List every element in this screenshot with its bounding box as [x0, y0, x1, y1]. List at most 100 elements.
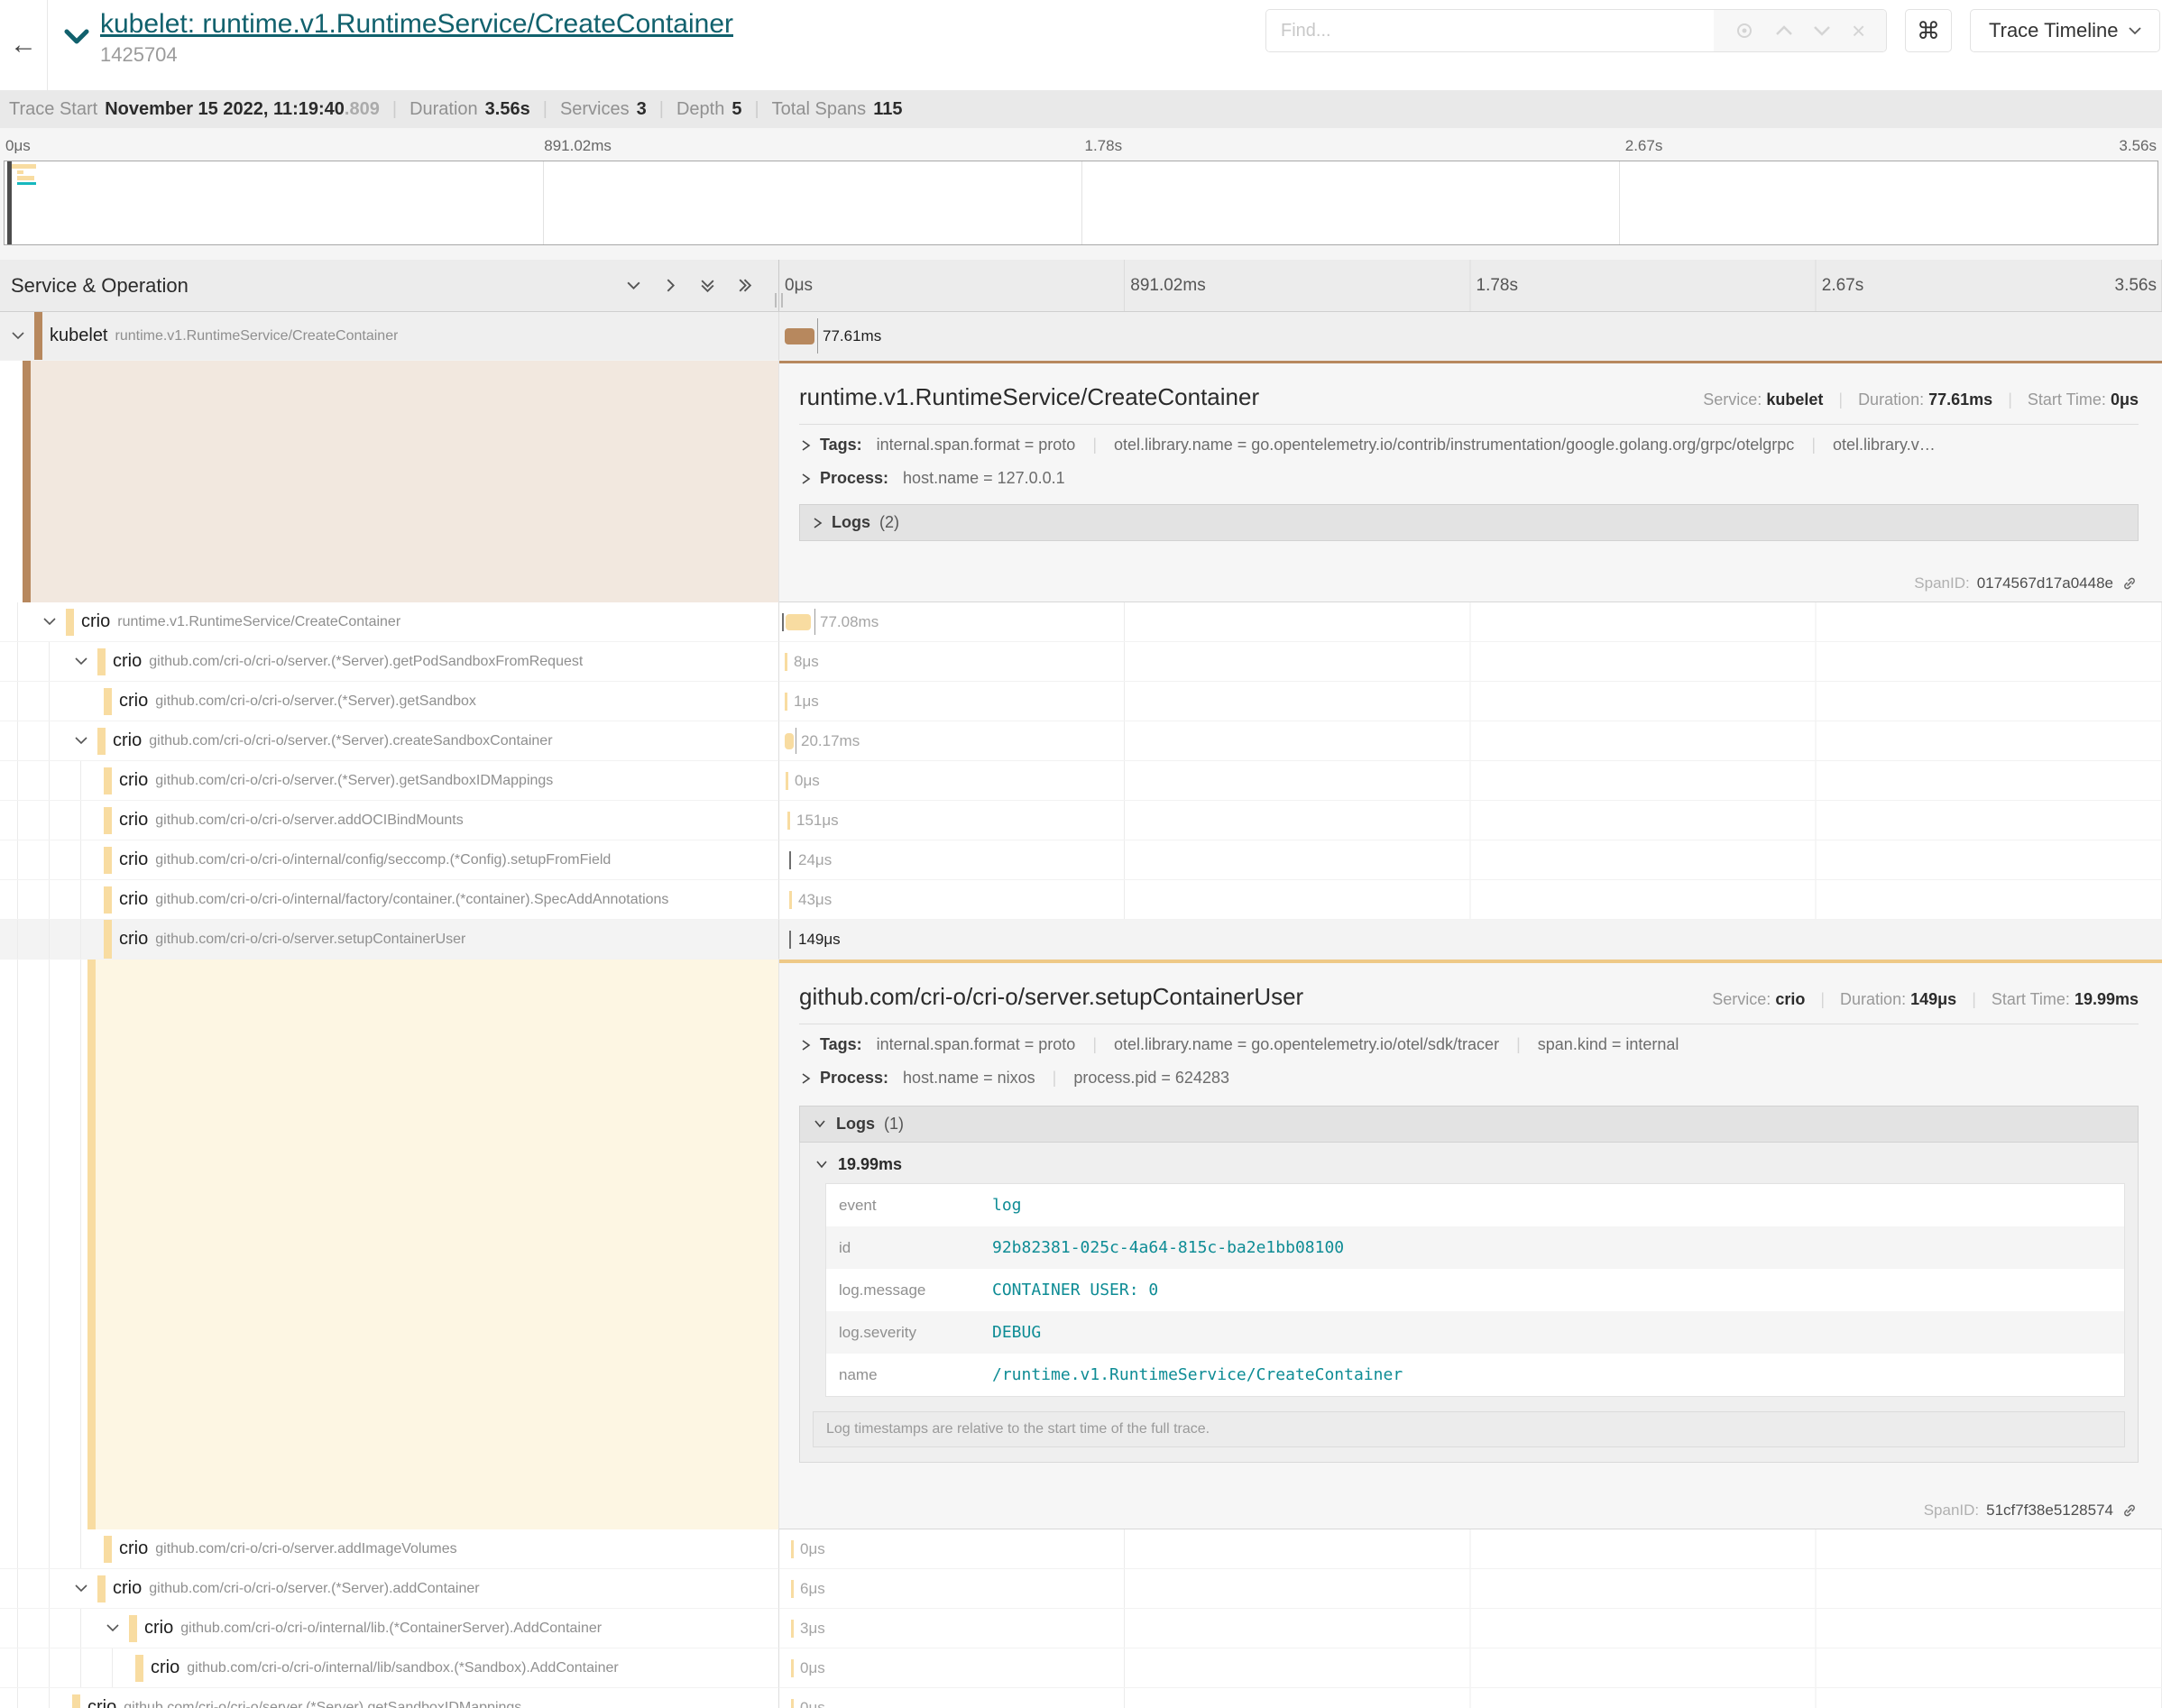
log-entry-accordion[interactable]: 19.99ms	[813, 1146, 2125, 1183]
span-bar[interactable]	[785, 693, 787, 711]
clear-search-icon[interactable]: ×	[1852, 17, 1865, 45]
tags-accordion[interactable]: Tags: internal.span.format = proto | ote…	[799, 1024, 2139, 1058]
span-timeline-cell[interactable]: 8μs	[779, 642, 2162, 682]
prev-result-chevron-up-icon[interactable]	[1775, 24, 1793, 37]
span-timeline-cell[interactable]: 6μs	[779, 1569, 2162, 1609]
span-name-cell[interactable]: crio github.com/cri-o/cri-o/server.addIm…	[0, 1529, 779, 1569]
minimap-canvas[interactable]	[4, 161, 2158, 245]
collapse-all-double-chevron-down-icon[interactable]	[699, 277, 716, 294]
span-detail-panel: runtime.v1.RuntimeService/CreateContaine…	[779, 361, 2162, 602]
chevron-down-icon[interactable]	[104, 1624, 122, 1632]
span-timeline-cell[interactable]: 0μs	[779, 1529, 2162, 1569]
span-name-cell[interactable]: kubelet runtime.v1.RuntimeService/Create…	[0, 312, 779, 361]
logs-accordion[interactable]: Logs (1)	[799, 1106, 2139, 1143]
duration-value: 77.61ms	[1928, 390, 1992, 409]
span-bar[interactable]	[786, 614, 811, 630]
axis-tick: 1.78s	[1477, 276, 1518, 296]
table-row: crio runtime.v1.RuntimeService/CreateCon…	[0, 602, 2162, 642]
span-duration: 43μs	[798, 891, 832, 909]
chevron-down-icon[interactable]	[72, 1584, 90, 1593]
span-name-cell[interactable]: crio github.com/cri-o/cri-o/server.(*Ser…	[0, 721, 779, 761]
span-bar[interactable]	[785, 653, 787, 671]
next-result-chevron-down-icon[interactable]	[1813, 24, 1831, 37]
logs-count: (2)	[879, 513, 899, 532]
axis-tick: 891.02ms	[1130, 276, 1205, 296]
locate-icon[interactable]	[1734, 21, 1754, 41]
span-timeline-cell[interactable]: 0μs	[779, 761, 2162, 801]
span-name-cell[interactable]: crio runtime.v1.RuntimeService/CreateCon…	[0, 602, 779, 642]
service-color-bar	[97, 1575, 106, 1602]
span-bar[interactable]	[786, 772, 788, 790]
span-bar[interactable]	[785, 328, 814, 344]
trace-title-link[interactable]: kubelet: runtime.v1.RuntimeService/Creat…	[100, 9, 733, 40]
span-name-cell[interactable]: crio github.com/cri-o/cri-o/internal/lib…	[0, 1609, 779, 1648]
chevron-down-icon	[814, 1160, 829, 1170]
span-timeline-cell[interactable]: 0μs	[779, 1648, 2162, 1688]
span-bar[interactable]	[791, 1580, 794, 1598]
chevron-down-icon[interactable]	[41, 618, 59, 626]
trace-start-value: November 15 2022, 11:19:40	[105, 99, 345, 120]
trace-view-selector[interactable]: Trace Timeline	[1970, 9, 2160, 52]
span-bar[interactable]	[789, 931, 791, 949]
keyboard-shortcuts-button[interactable]: ⌘	[1905, 9, 1952, 52]
tag-item: internal.span.format = proto	[877, 1035, 1076, 1053]
collapse-one-chevron-down-icon[interactable]	[625, 277, 642, 294]
chevron-down-icon[interactable]	[72, 737, 90, 745]
top-bar: ← kubelet: runtime.v1.RuntimeService/Cre…	[0, 0, 2162, 90]
span-timeline-cell[interactable]: 77.61ms	[779, 312, 2162, 361]
services-value: 3	[637, 99, 647, 120]
table-row: event log	[826, 1184, 2124, 1226]
expand-all-double-chevron-right-icon[interactable]	[736, 277, 753, 294]
process-accordion[interactable]: Process: host.name = 127.0.0.1	[799, 458, 2139, 491]
minimap-tick: 2.67s	[1625, 137, 1663, 155]
span-name-cell[interactable]: crio github.com/cri-o/cri-o/server.(*Ser…	[0, 1688, 779, 1708]
span-name-cell[interactable]: crio github.com/cri-o/cri-o/internal/con…	[0, 840, 779, 880]
collapse-header-chevron-icon[interactable]	[64, 29, 89, 45]
span-timeline-cell[interactable]: 0μs	[779, 1688, 2162, 1708]
log-fields-table: event log id 92b82381-025c-4a64-815c-ba2…	[825, 1183, 2125, 1397]
span-timeline-cell[interactable]: 43μs	[779, 880, 2162, 920]
span-bar[interactable]	[791, 1620, 794, 1638]
span-name-cell[interactable]: crio github.com/cri-o/cri-o/server.setup…	[0, 920, 779, 960]
span-timeline-cell[interactable]: 77.08ms	[779, 602, 2162, 642]
process-accordion[interactable]: Process: host.name = nixos | process.pid…	[799, 1058, 2139, 1091]
span-bar[interactable]	[791, 1659, 794, 1677]
span-bar[interactable]	[791, 1699, 794, 1708]
table-row: kubelet runtime.v1.RuntimeService/Create…	[0, 312, 2162, 361]
logs-accordion[interactable]: Logs (2)	[799, 504, 2139, 541]
back-button[interactable]: ←	[0, 0, 48, 90]
span-timeline-cell[interactable]: 149μs	[779, 920, 2162, 960]
service-color-bar	[104, 847, 112, 874]
span-name-cell[interactable]: crio github.com/cri-o/cri-o/server.(*Ser…	[0, 642, 779, 682]
spanid-value: 0174567d17a0448e	[1977, 574, 2113, 592]
span-timeline-cell[interactable]: 1μs	[779, 682, 2162, 721]
span-name-cell[interactable]: crio github.com/cri-o/cri-o/internal/fac…	[0, 880, 779, 920]
minimap-tick: 0μs	[5, 137, 31, 155]
expand-one-chevron-right-icon[interactable]	[662, 277, 679, 294]
service-value: crio	[1775, 990, 1805, 1008]
service-name: crio	[113, 651, 142, 672]
span-bar[interactable]	[789, 851, 791, 869]
span-bar[interactable]	[789, 891, 792, 909]
span-name-cell[interactable]: crio github.com/cri-o/cri-o/internal/lib…	[0, 1648, 779, 1688]
span-bar[interactable]	[785, 733, 794, 749]
span-name-cell[interactable]: crio github.com/cri-o/cri-o/server.(*Ser…	[0, 682, 779, 721]
span-timeline-cell[interactable]: 20.17ms	[779, 721, 2162, 761]
span-name-cell[interactable]: crio github.com/cri-o/cri-o/server.(*Ser…	[0, 761, 779, 801]
chevron-down-icon[interactable]	[72, 657, 90, 666]
span-name-cell[interactable]: crio github.com/cri-o/cri-o/server.addOC…	[0, 801, 779, 840]
link-icon[interactable]	[2121, 574, 2139, 592]
span-bar[interactable]	[791, 1540, 794, 1558]
service-name: crio	[144, 1618, 173, 1639]
link-icon[interactable]	[2121, 1501, 2139, 1520]
span-timeline-cell[interactable]: 151μs	[779, 801, 2162, 840]
chevron-down-icon[interactable]	[9, 332, 27, 340]
span-bar[interactable]	[787, 812, 790, 830]
tags-accordion[interactable]: Tags: internal.span.format = proto | ote…	[799, 425, 2139, 458]
span-timeline-cell[interactable]: 3μs	[779, 1609, 2162, 1648]
span-name-cell[interactable]: crio github.com/cri-o/cri-o/server.(*Ser…	[0, 1569, 779, 1609]
minimap-left-scrubber[interactable]	[7, 161, 12, 244]
table-row: crio github.com/cri-o/cri-o/server.setup…	[0, 920, 2162, 960]
find-input[interactable]	[1266, 10, 1714, 51]
span-timeline-cell[interactable]: 24μs	[779, 840, 2162, 880]
